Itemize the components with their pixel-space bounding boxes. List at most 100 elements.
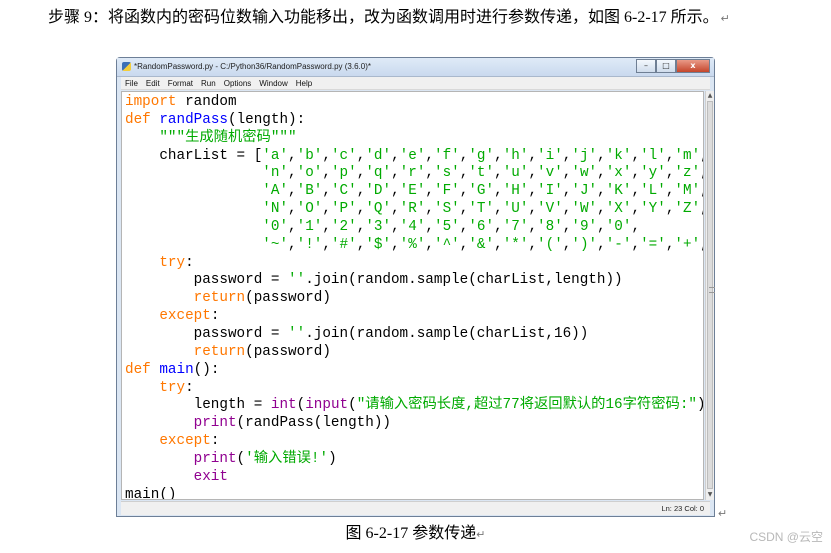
code-token: '^' xyxy=(434,236,460,253)
code-token: 'Y' xyxy=(640,201,666,218)
code-token: , xyxy=(528,218,538,235)
code-token: , xyxy=(494,201,503,218)
code-token: 'w' xyxy=(571,165,598,182)
code-line: main() xyxy=(125,487,703,499)
code-token: '5' xyxy=(434,218,460,235)
code-token: 'C' xyxy=(330,183,357,200)
code-token: , xyxy=(288,201,297,218)
code-token: ( xyxy=(236,450,246,467)
menu-file[interactable]: File xyxy=(125,77,138,89)
menu-edit[interactable]: Edit xyxy=(146,77,160,89)
menu-help[interactable]: Help xyxy=(296,77,312,89)
code-token: , xyxy=(528,165,538,182)
grip-icon xyxy=(709,287,715,293)
maximize-button[interactable]: □ xyxy=(656,59,676,73)
code-token: '' xyxy=(288,325,306,342)
code-token: , xyxy=(597,147,606,164)
code-token: , xyxy=(288,218,297,235)
code-token: , xyxy=(322,183,331,200)
code-line: 'A','B','C','D','E','F','G','H','I','J',… xyxy=(125,183,703,201)
code-token: 'i' xyxy=(537,147,563,164)
code-line: charList = ['a','b','c','d','e','f','g',… xyxy=(125,147,703,166)
code-token: 'z' xyxy=(674,165,701,182)
code-token: , xyxy=(700,201,703,217)
code-token: """生成随机密码""" xyxy=(159,129,297,146)
scroll-up-arrow-icon[interactable]: ▲ xyxy=(706,91,714,101)
code-line: password = ''.join(random.sample(charLis… xyxy=(125,325,703,344)
code-line: '~','!','#','$','%','^','&','*','(',')',… xyxy=(125,236,703,255)
minimize-button[interactable]: – xyxy=(636,59,656,73)
code-token: 'p' xyxy=(330,165,357,182)
code-token: exit xyxy=(193,468,228,485)
code-token: '输入错误!' xyxy=(245,450,329,467)
code-token: (password) xyxy=(245,343,331,360)
close-button[interactable]: x xyxy=(676,59,710,73)
code-token: 'M' xyxy=(674,183,701,200)
scrollbar-thumb[interactable] xyxy=(707,101,715,489)
code-token: , xyxy=(322,236,331,253)
code-token: '2' xyxy=(330,218,357,235)
code-token: , xyxy=(322,165,331,182)
code-text[interactable]: import random def randPass(length): """生成… xyxy=(125,94,703,499)
code-token: 'U' xyxy=(502,201,529,218)
code-token: '0' xyxy=(605,218,632,235)
code-token: 'u' xyxy=(502,165,529,182)
code-token: '$' xyxy=(365,236,392,253)
code-editor[interactable]: import random def randPass(length): """生成… xyxy=(121,91,704,500)
code-token: 'T' xyxy=(468,201,495,218)
body-paragraph: 步骤 9：将函数内的密码位数输入功能移出，改为函数调用时进行参数传递，如图 6-… xyxy=(12,3,812,34)
code-token: 'F' xyxy=(434,183,460,200)
code-token: 'b' xyxy=(296,147,323,164)
code-token: 'X' xyxy=(605,201,632,218)
menu-format[interactable]: Format xyxy=(168,77,193,89)
menu-window[interactable]: Window xyxy=(259,77,287,89)
code-token: , xyxy=(597,165,606,182)
code-token: , xyxy=(597,201,606,218)
cursor-position: Ln: 23 Col: 0 xyxy=(661,504,704,513)
code-line: except: xyxy=(125,308,703,326)
code-token: 'B' xyxy=(296,183,323,200)
menu-run[interactable]: Run xyxy=(201,77,216,89)
scroll-down-arrow-icon[interactable]: ▼ xyxy=(706,490,714,500)
code-token: 'c' xyxy=(330,147,357,164)
code-line: def randPass(length): xyxy=(125,111,703,130)
code-token: print xyxy=(193,450,237,467)
code-token: , xyxy=(494,183,503,200)
code-token: , xyxy=(597,218,606,235)
code-token: '9' xyxy=(571,218,598,235)
code-token: 'e' xyxy=(399,147,426,164)
csdn-watermark: CSDN @云空 xyxy=(749,530,823,544)
code-token: , xyxy=(425,183,434,200)
code-token: , xyxy=(288,236,297,253)
code-token: , xyxy=(391,236,400,253)
code-token: , xyxy=(391,218,400,235)
code-token: except xyxy=(159,433,211,450)
code-token: 'l' xyxy=(640,147,666,164)
code-token: 'K' xyxy=(605,183,632,200)
code-token: 'q' xyxy=(365,165,392,182)
code-token: .join(random.sample(charList,16)) xyxy=(305,325,589,342)
code-token: '+' xyxy=(674,236,701,253)
code-token: 'I' xyxy=(537,183,563,200)
code-token: 'r' xyxy=(399,165,426,182)
vertical-scrollbar[interactable]: ▲ ▼ xyxy=(705,91,715,500)
window-titlebar[interactable]: *RandomPassword.py - C:/Python36/RandomP… xyxy=(117,58,714,77)
code-token: '=' xyxy=(640,236,666,253)
menu-options[interactable]: Options xyxy=(224,77,252,89)
code-token: , xyxy=(391,165,400,182)
code-token: , xyxy=(631,218,641,235)
code-token: , xyxy=(322,218,331,235)
code-token: length = xyxy=(125,397,271,414)
code-token: , xyxy=(391,147,400,164)
code-token: randPass xyxy=(159,111,228,128)
code-token: 'G' xyxy=(468,183,495,200)
code-line: try: xyxy=(125,380,703,398)
code-token: , xyxy=(528,183,538,200)
